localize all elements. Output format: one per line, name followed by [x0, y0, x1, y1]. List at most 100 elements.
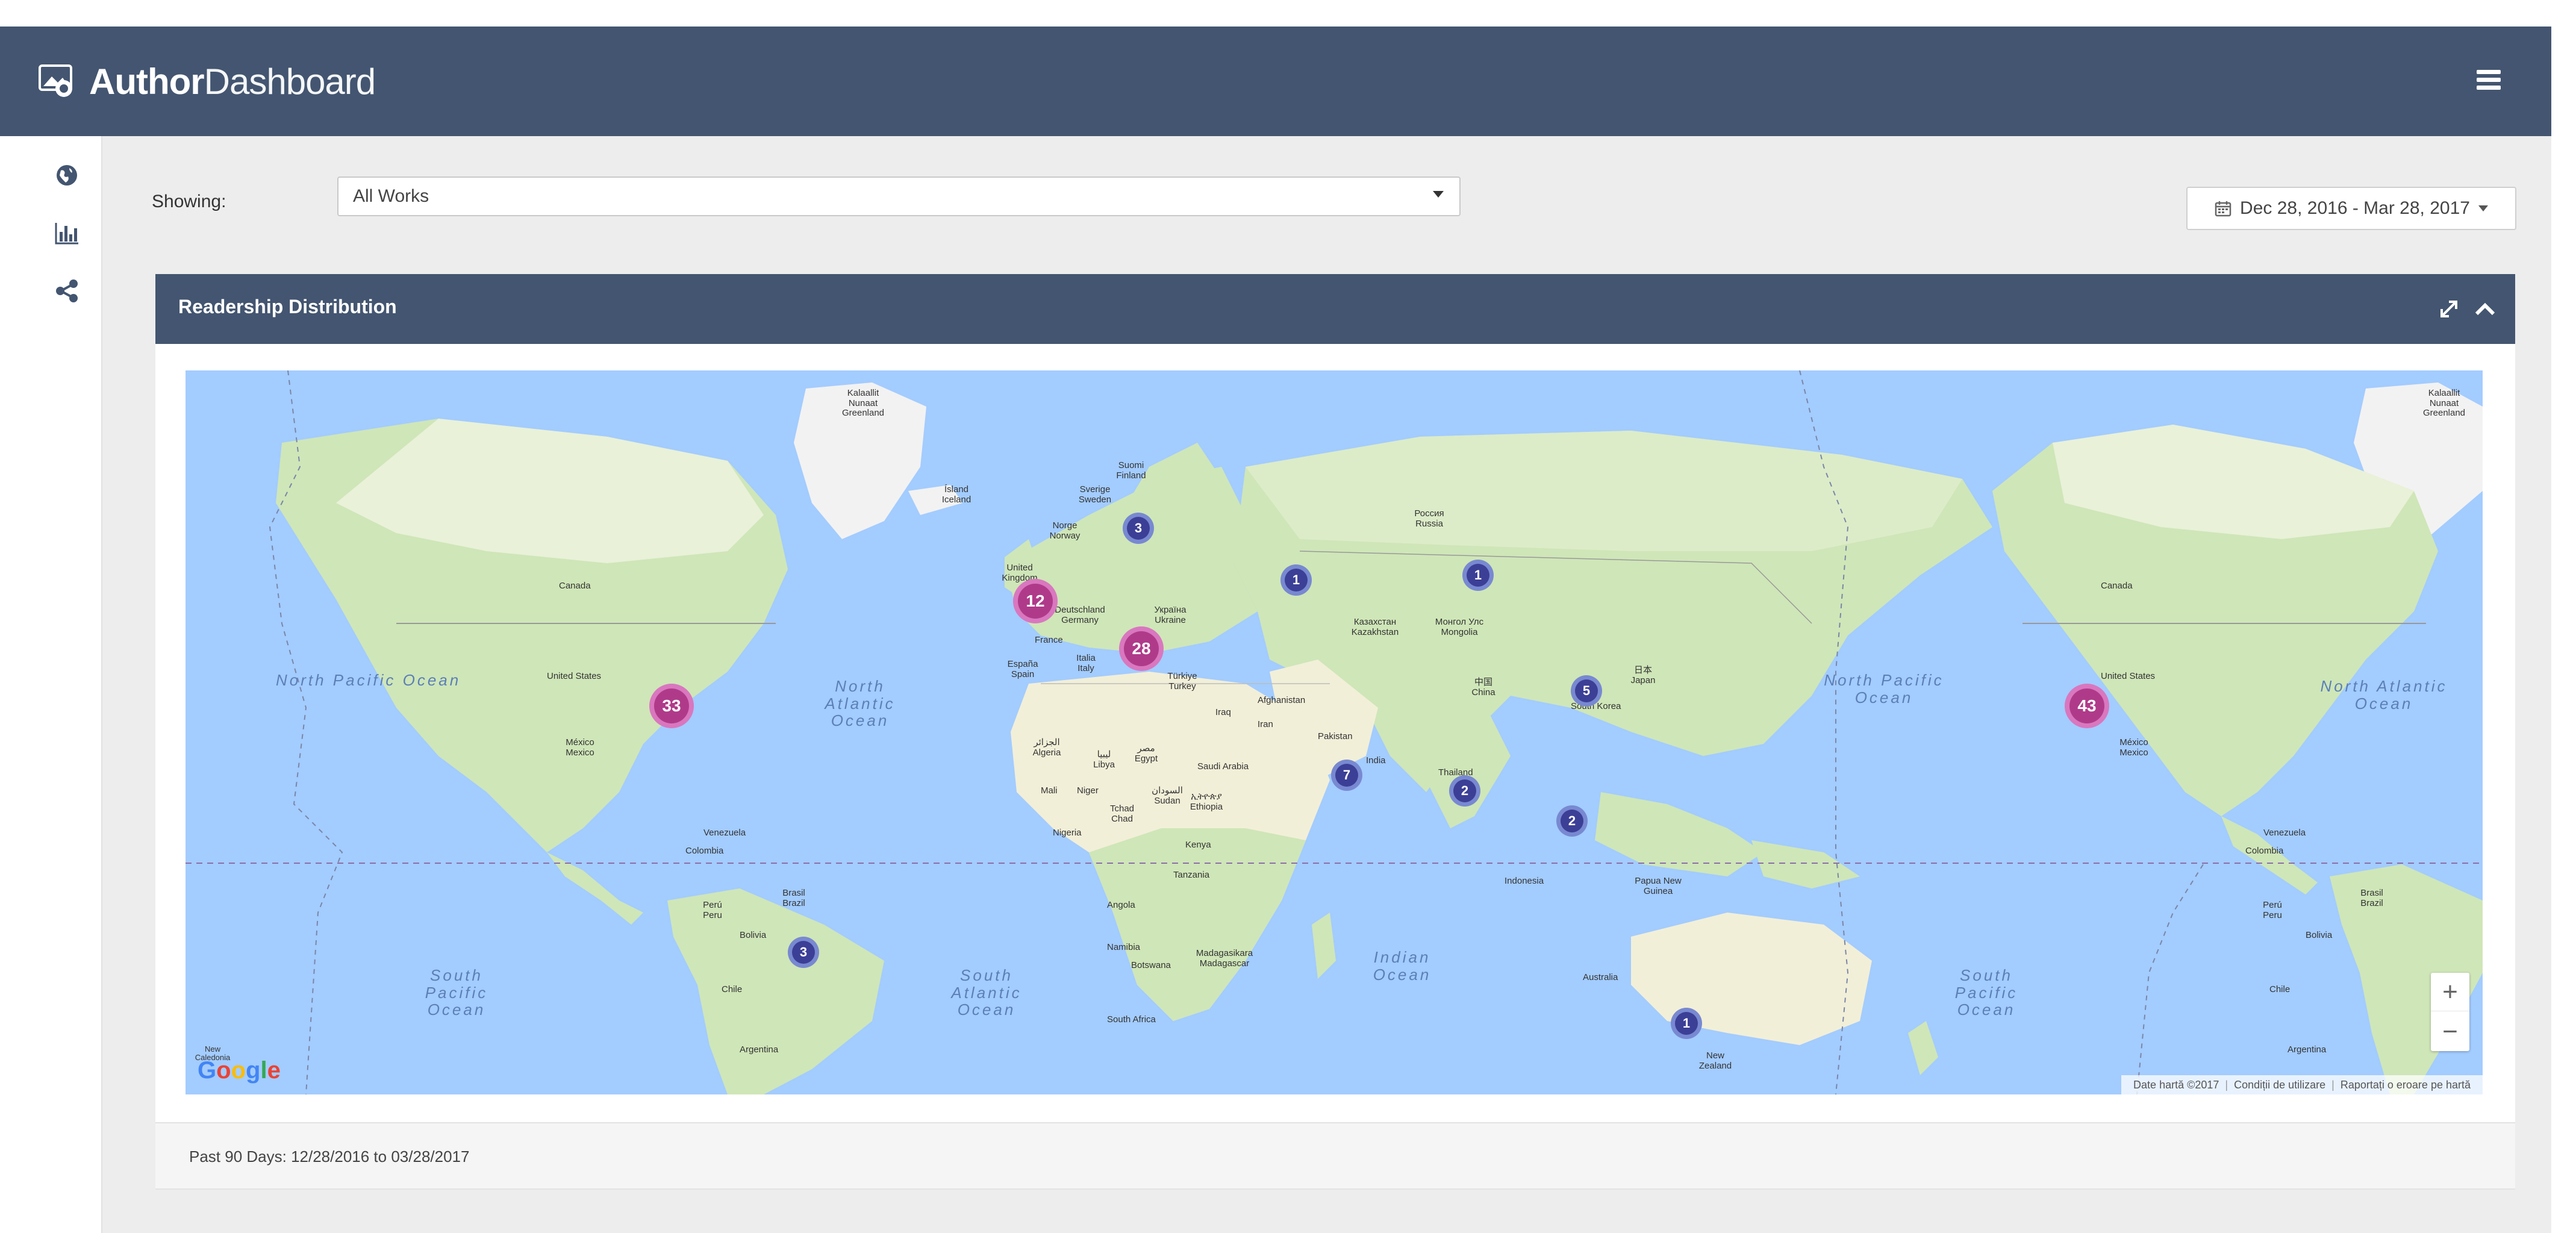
- country-label: الجزائر Algeria: [1032, 737, 1061, 758]
- terms-link[interactable]: Condiții de utilizare: [2234, 1079, 2325, 1091]
- country-label: Nigeria: [1053, 828, 1082, 838]
- country-label: ليبيا Libya: [1093, 749, 1115, 770]
- separator: |: [2331, 1078, 2334, 1091]
- world-map[interactable]: North Pacific Ocean North Atlantic Ocean…: [186, 370, 2483, 1094]
- ocean-label: North Atlantic Ocean: [2320, 677, 2448, 713]
- country-label: Türkiye Turkey: [1167, 671, 1197, 691]
- country-label: Namibia: [1107, 942, 1141, 952]
- country-label: United States: [547, 671, 602, 681]
- map-data-link[interactable]: Date hartă ©2017: [2133, 1079, 2219, 1091]
- country-label: Kalaallit Nunaat Greenland: [841, 388, 885, 418]
- map-cluster-russia-east[interactable]: 1: [1462, 560, 1494, 591]
- map-cluster-philippines[interactable]: 2: [1556, 805, 1588, 837]
- brand[interactable]: Author Dashboard: [37, 57, 376, 106]
- sidebar-item-share[interactable]: [46, 270, 88, 312]
- country-label: Italia Italy: [1076, 653, 1096, 673]
- calendar-icon: [2215, 201, 2231, 217]
- country-label: Kalaallit Nunaat Greenland: [2422, 388, 2466, 418]
- panel-header: Readership Distribution: [155, 274, 2515, 344]
- country-label: Монгол Улс Mongolia: [1435, 617, 1484, 637]
- country-label: Argentina: [2288, 1044, 2327, 1055]
- country-label: Australia: [1583, 972, 1618, 982]
- country-label: Pakistan: [1318, 731, 1353, 741]
- country-label: مصر Egypt: [1134, 743, 1158, 764]
- expand-icon[interactable]: [2437, 297, 2461, 321]
- country-label: New Zealand: [1698, 1050, 1732, 1071]
- separator: |: [2225, 1078, 2228, 1091]
- country-label: India: [1366, 755, 1386, 766]
- report-error-link[interactable]: Raportați o eroare pe hartă: [2341, 1079, 2471, 1091]
- country-label: Bolivia: [2306, 930, 2333, 940]
- zoom-in-button[interactable]: +: [2431, 973, 2469, 1011]
- ocean-label: North Pacific Ocean: [276, 671, 461, 689]
- google-logo[interactable]: Google: [198, 1057, 281, 1084]
- country-label: Mali: [1041, 785, 1058, 796]
- country-label: Sverige Sweden: [1078, 484, 1112, 505]
- country-label: Tchad Chad: [1109, 804, 1135, 824]
- brand-name-dashboard: Dashboard: [204, 61, 376, 102]
- country-label: ኢትዮጵያ Ethiopia: [1190, 791, 1223, 812]
- sidebar-item-map[interactable]: [46, 154, 88, 196]
- country-label: Iran: [1258, 719, 1273, 729]
- date-range-picker[interactable]: Dec 28, 2016 - Mar 28, 2017: [2186, 187, 2516, 230]
- readership-panel: Readership Distribution North Pacific Oc…: [155, 274, 2515, 1190]
- panel-title: Readership Distribution: [178, 296, 397, 317]
- country-label: Казахстан Kazakhstan: [1351, 617, 1399, 637]
- country-label: Argentina: [740, 1044, 779, 1055]
- country-label: Colombia: [685, 846, 724, 856]
- sidebar: [31, 136, 102, 1233]
- country-label: México Mexico: [2119, 737, 2148, 758]
- country-label: 日本 Japan: [1630, 665, 1656, 685]
- country-label: Indonesia: [1505, 876, 1544, 886]
- country-label: Angola: [1107, 900, 1135, 910]
- country-label: Perú Peru: [2263, 900, 2282, 920]
- country-label: Brasil Brazil: [2360, 888, 2383, 908]
- ocean-label: South Pacific Ocean: [425, 966, 488, 1019]
- country-label: Россия Russia: [1414, 508, 1444, 529]
- works-select[interactable]: All Works: [337, 176, 1461, 216]
- ocean-label: North Atlantic Ocean: [825, 677, 896, 730]
- ocean-label: Indian Ocean: [1373, 948, 1432, 984]
- chevron-up-icon[interactable]: [2473, 298, 2497, 320]
- book-reader-icon: [39, 64, 72, 97]
- map-cluster-india[interactable]: 7: [1331, 760, 1362, 791]
- bar-chart-icon: [55, 223, 78, 245]
- country-label: Україна Ukraine: [1154, 605, 1187, 625]
- map-cluster-korea[interactable]: 5: [1571, 675, 1602, 707]
- showing-label: Showing:: [152, 192, 226, 211]
- works-select-value: All Works: [353, 186, 429, 206]
- map-cluster-uk[interactable]: 12: [1013, 579, 1058, 623]
- map-cluster-australia[interactable]: 1: [1671, 1008, 1702, 1039]
- zoom-out-button[interactable]: −: [2431, 1013, 2469, 1051]
- country-label: السودان Sudan: [1152, 785, 1183, 806]
- map-cluster-usa-east[interactable]: 33: [649, 684, 694, 728]
- country-label: Papua New Guinea: [1635, 876, 1682, 896]
- hamburger-menu-icon[interactable]: [2477, 70, 2501, 92]
- map-cluster-brazil[interactable]: 3: [788, 937, 819, 968]
- globe-icon: [57, 165, 77, 186]
- map-cluster-europe[interactable]: 28: [1119, 626, 1164, 671]
- ocean-label: North Pacific Ocean: [1824, 671, 1944, 707]
- period-text: Past 90 Days: 12/28/2016 to 03/28/2017: [189, 1147, 470, 1166]
- country-label: South Africa: [1107, 1014, 1156, 1025]
- country-label: Botswana: [1131, 960, 1171, 970]
- panel-footer: Past 90 Days: 12/28/2016 to 03/28/2017: [155, 1122, 2515, 1190]
- date-range-value: Dec 28, 2016 - Mar 28, 2017: [2240, 198, 2470, 218]
- brand-name-author: Author: [89, 61, 205, 102]
- country-label: Canada: [559, 581, 591, 591]
- map-cluster-thailand[interactable]: 2: [1449, 775, 1480, 807]
- country-label: Chile: [2269, 984, 2291, 994]
- country-label: Kenya: [1185, 840, 1211, 850]
- ocean-label: South Atlantic Ocean: [951, 966, 1022, 1019]
- sidebar-item-stats[interactable]: [46, 212, 88, 254]
- map-cluster-russia-west[interactable]: 1: [1280, 564, 1312, 596]
- map-cluster-usa-west[interactable]: 43: [2065, 684, 2109, 728]
- country-label: México Mexico: [566, 737, 594, 758]
- country-label: Venezuela: [2263, 828, 2306, 838]
- main-content: Showing: All Works Dec 28, 2016 - Mar 28…: [102, 136, 2551, 1233]
- map-attribution: Date hartă ©2017 | Condiții de utilizare…: [2121, 1075, 2483, 1094]
- map-cluster-scandinavia[interactable]: 3: [1123, 513, 1154, 544]
- zoom-control: + −: [2431, 973, 2469, 1051]
- share-icon: [56, 279, 78, 302]
- country-label: Saudi Arabia: [1197, 761, 1249, 772]
